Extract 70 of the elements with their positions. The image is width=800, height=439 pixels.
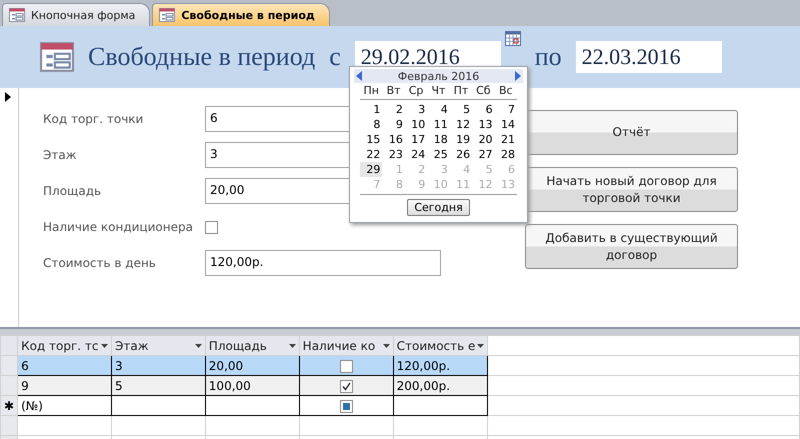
calendar-day[interactable]: 14 [494, 117, 517, 132]
next-month-icon[interactable] [514, 71, 521, 81]
calendar-day[interactable]: 22 [360, 147, 382, 162]
field-label: Код торг. точки [43, 112, 144, 126]
dropdown-icon[interactable] [101, 344, 108, 348]
tab[interactable]: Свободные в период [152, 3, 330, 26]
calendar-day[interactable]: 5 [450, 102, 472, 117]
calendar-icon[interactable] [504, 30, 521, 46]
today-button[interactable]: Сегодня [407, 199, 470, 216]
table-cell: 6 [21, 358, 29, 372]
checkbox[interactable] [340, 400, 353, 413]
form-icon [9, 8, 25, 22]
calendar-day[interactable]: 6 [472, 102, 495, 117]
calendar-day[interactable]: 28 [494, 147, 517, 162]
dropdown-icon[interactable] [194, 344, 202, 348]
record-pointer-icon [4, 92, 12, 102]
table-cell: 20,00 [208, 358, 244, 372]
calendar-day[interactable]: 8 [360, 117, 382, 132]
new-record-marker: ✱ [4, 398, 14, 412]
weekday-label: Ср [404, 83, 428, 100]
dropdown-icon[interactable] [288, 344, 296, 348]
field-label: Наличие кондиционера [43, 220, 194, 234]
calendar-day[interactable]: 10 [404, 117, 428, 132]
weekday-label: Сб [472, 83, 495, 100]
tab-label: Кнопочная форма [31, 8, 136, 22]
checkbox[interactable] [340, 380, 353, 393]
table-cell: 5 [115, 378, 123, 392]
form-icon [159, 8, 176, 22]
calendar-day[interactable]: 27 [472, 147, 495, 162]
calendar-day[interactable]: 20 [472, 132, 495, 147]
calendar-day[interactable]: 23 [382, 147, 405, 162]
weekday-label: Вт [382, 83, 405, 100]
table-cell: 100,00 [208, 378, 251, 392]
tab[interactable]: Кнопочная форма [2, 3, 150, 26]
table-cell: (№) [21, 398, 43, 412]
calendar-day[interactable]: 24 [404, 147, 428, 162]
action-button[interactable]: Начать новый договор для торговой точки [525, 167, 738, 212]
field-label: Стоимость в день [43, 256, 157, 270]
form-title: Свободные в период [88, 42, 316, 72]
dropdown-icon[interactable] [476, 344, 484, 348]
weekday-label: Вс [494, 83, 517, 100]
form-icon [40, 42, 74, 72]
field-label: Площадь [43, 184, 102, 198]
calendar-day[interactable]: 29 [360, 162, 382, 177]
calendar-day[interactable]: 26 [450, 147, 472, 162]
input-field[interactable]: 120,00р. [205, 250, 441, 276]
checkbox[interactable] [340, 360, 353, 373]
action-button[interactable]: Отчёт [525, 110, 738, 155]
calendar-day[interactable]: 9 [382, 117, 405, 132]
weekday-label: Пн [360, 83, 382, 100]
to-label: по [534, 42, 562, 72]
action-button[interactable]: Добавить в существующий договор [525, 224, 738, 269]
dropdown-icon[interactable] [382, 344, 390, 348]
calendar-day[interactable]: 12 [450, 117, 472, 132]
table-cell: 120,00р. [396, 358, 450, 372]
from-label: с [329, 42, 341, 72]
calendar-day[interactable]: 19 [450, 132, 472, 147]
previous-month-icon[interactable] [356, 71, 362, 81]
weekday-label: Пт [450, 83, 472, 100]
weekday-label: Чт [427, 83, 450, 100]
field-label: Этаж [43, 148, 78, 162]
calendar-day[interactable]: 7 [494, 102, 517, 117]
calendar-day[interactable]: 21 [494, 132, 517, 147]
table-cell: 200,00р. [396, 378, 450, 392]
table-cell: 3 [115, 358, 123, 372]
table-cell: 9 [21, 378, 29, 392]
tab-label: Свободные в период [181, 8, 315, 22]
calendar-day[interactable]: 13 [472, 117, 495, 132]
checkbox[interactable] [205, 220, 218, 234]
end-date-field[interactable]: 22.03.2016 [576, 41, 722, 73]
